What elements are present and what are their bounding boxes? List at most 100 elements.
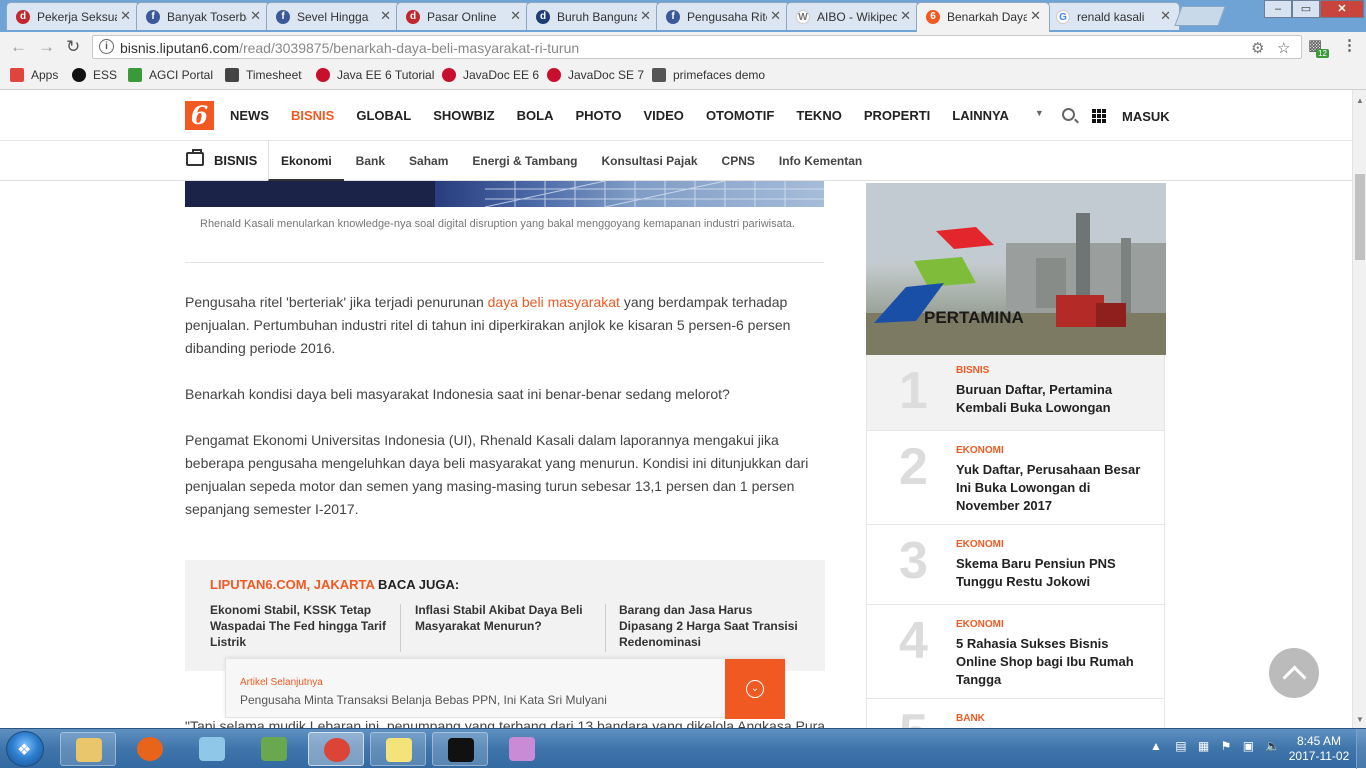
close-tab-icon[interactable]: ✕ xyxy=(1160,8,1171,24)
bookmark-item[interactable]: JavaDoc EE 6 xyxy=(442,68,539,82)
close-tab-icon[interactable]: ✕ xyxy=(380,8,391,24)
network-icon[interactable]: ▤ xyxy=(1175,739,1186,753)
browser-tab[interactable]: f Sevel Hingga ✕ xyxy=(266,2,400,30)
next-article-title[interactable]: Pengusaha Minta Transaksi Belanja Bebas … xyxy=(240,693,607,707)
subnav-item[interactable]: Energi & Tambang xyxy=(460,141,589,181)
device-icon[interactable]: ▦ xyxy=(1198,739,1209,753)
scroll-up-arrow-icon[interactable]: ▲ xyxy=(1356,96,1364,105)
nav-item-lainnya[interactable]: LAINNYA xyxy=(952,108,1009,123)
nav-item-photo[interactable]: PHOTO xyxy=(575,108,621,123)
subnav-item[interactable]: Konsultasi Pajak xyxy=(590,141,710,181)
search-icon[interactable] xyxy=(1062,108,1075,121)
taskbar-app-firefox[interactable] xyxy=(122,732,178,766)
subnav-item[interactable]: Bank xyxy=(344,141,397,181)
subnav-item[interactable]: Ekonomi xyxy=(268,141,344,181)
daya-beli-link[interactable]: daya beli masyarakat xyxy=(488,294,620,310)
next-article-button[interactable]: ⌄ xyxy=(725,659,785,719)
popular-title[interactable]: Yuk Daftar, Perusahaan Besar Ini Buka Lo… xyxy=(956,461,1146,515)
forward-arrow-icon[interactable]: → xyxy=(38,37,55,57)
nav-item-news[interactable]: NEWS xyxy=(230,108,269,123)
section-title[interactable]: BISNIS xyxy=(214,153,257,168)
show-desktop-button[interactable] xyxy=(1356,729,1366,769)
close-tab-icon[interactable]: ✕ xyxy=(900,8,911,24)
popular-item[interactable]: 1 BISNIS Buruan Daftar, Pertamina Kembali … xyxy=(866,355,1165,431)
back-to-top-button[interactable] xyxy=(1269,648,1319,698)
popular-item[interactable]: 2 EKONOMI Yuk Daftar, Perusahaan Besar Ini… xyxy=(866,431,1165,525)
taskbar-app-notepad[interactable] xyxy=(184,732,240,766)
clock[interactable]: 8:45 AM 2017-11-02 xyxy=(1284,734,1354,764)
nav-item-tekno[interactable]: TEKNO xyxy=(796,108,842,123)
next-article-bar[interactable]: Artikel Selanjutnya Pengusaha Minta Tran… xyxy=(225,658,785,719)
popular-title[interactable]: Skema Baru Pensiun PNS Tunggu Restu Joko… xyxy=(956,555,1146,591)
popular-item[interactable]: 4 EKONOMI 5 Rahasia Sukses Bisnis Online S… xyxy=(866,605,1165,699)
liputan6-logo[interactable]: 6 xyxy=(185,101,214,130)
popular-category[interactable]: EKONOMI xyxy=(956,619,1004,630)
browser-tab[interactable]: f Banyak Toserba ✕ xyxy=(136,2,270,30)
close-tab-icon[interactable]: ✕ xyxy=(120,8,131,24)
related-article-link[interactable]: Ekonomi Stabil, KSSK Tetap Waspadai The … xyxy=(210,602,390,650)
browser-tab[interactable]: W AIBO - Wikipedia✕ xyxy=(786,2,920,30)
volume-icon[interactable]: 🔈 xyxy=(1265,739,1280,753)
close-tab-icon[interactable]: ✕ xyxy=(510,8,521,24)
apps-grid-icon[interactable] xyxy=(1092,109,1106,123)
bookmark-item[interactable]: Timesheet xyxy=(225,68,302,82)
bookmark-item[interactable]: Java EE 6 Tutorial xyxy=(316,68,434,82)
taskbar-app-chrome[interactable] xyxy=(308,732,364,766)
taskbar-app-timesheet[interactable] xyxy=(246,732,302,766)
subnav-item[interactable]: Info Kementan xyxy=(767,141,874,181)
chrome-menu-icon[interactable]: ⋮ xyxy=(1342,36,1357,54)
close-tab-icon[interactable]: ✕ xyxy=(1030,8,1041,24)
new-tab-button[interactable] xyxy=(1174,6,1226,26)
close-tab-icon[interactable]: ✕ xyxy=(640,8,651,24)
site-info-icon[interactable]: i xyxy=(99,39,114,54)
popular-category[interactable]: BISNIS xyxy=(956,365,989,376)
pertamina-ad-image[interactable]: PERTAMINA xyxy=(866,183,1166,355)
browser-tab[interactable]: d Pasar Online ✕ xyxy=(396,2,530,30)
monitor-icon[interactable]: ▣ xyxy=(1243,739,1254,753)
nav-item-video[interactable]: VIDEO xyxy=(643,108,683,123)
browser-tab[interactable]: d Pekerja Seksual ✕ xyxy=(6,2,140,30)
browser-tab[interactable]: Grenald kasali ✕ xyxy=(1046,2,1180,30)
popular-item[interactable]: 3 EKONOMI Skema Baru Pensiun PNS Tunggu Re… xyxy=(866,525,1165,605)
close-tab-icon[interactable]: ✕ xyxy=(250,8,261,24)
back-arrow-icon[interactable]: ← xyxy=(10,37,27,57)
bookmark-star-icon[interactable]: ☆ xyxy=(1277,39,1290,57)
address-bar[interactable]: i bisnis.liputan6.com/read/3039875/benar… xyxy=(92,35,1302,59)
maximize-button[interactable]: ▭ xyxy=(1292,0,1320,18)
popular-item[interactable]: 5BANK xyxy=(866,699,1165,762)
minimize-button[interactable]: – xyxy=(1264,0,1292,18)
bookmark-item[interactable]: primefaces demo xyxy=(652,68,765,82)
taskbar-app-cmd[interactable] xyxy=(432,732,488,766)
tray-expand-icon[interactable]: ▲ xyxy=(1150,739,1162,753)
close-window-button[interactable]: ✕ xyxy=(1320,0,1364,18)
nav-item-showbiz[interactable]: SHOWBIZ xyxy=(433,108,494,123)
page-scrollbar[interactable]: ▲ ▼ xyxy=(1352,90,1366,728)
nav-item-global[interactable]: GLOBAL xyxy=(356,108,411,123)
close-tab-icon[interactable]: ✕ xyxy=(770,8,781,24)
scrollbar-thumb[interactable] xyxy=(1355,174,1365,260)
start-button[interactable]: ❖ xyxy=(6,731,44,767)
nav-item-otomotif[interactable]: OTOMOTIF xyxy=(706,108,774,123)
login-button[interactable]: MASUK xyxy=(1122,109,1170,124)
popular-category[interactable]: BANK xyxy=(956,713,985,724)
taskbar-app-explorer[interactable] xyxy=(60,732,116,766)
browser-tab[interactable]: d Buruh Bangunan✕ xyxy=(526,2,660,30)
related-article-link[interactable]: Barang dan Jasa Harus Dipasang 2 Harga S… xyxy=(619,602,799,650)
scroll-down-arrow-icon[interactable]: ▼ xyxy=(1356,715,1364,724)
subnav-item[interactable]: Saham xyxy=(397,141,460,181)
bookmark-item[interactable]: Apps xyxy=(10,68,58,82)
bookmark-item[interactable]: ESS xyxy=(72,68,117,82)
popular-category[interactable]: EKONOMI xyxy=(956,539,1004,550)
nav-item-bola[interactable]: BOLA xyxy=(517,108,554,123)
taskbar-app-sticky-notes[interactable] xyxy=(370,732,426,766)
browser-tab[interactable]: f Pengusaha Ritel ✕ xyxy=(656,2,790,30)
related-article-link[interactable]: Inflasi Stabil Akibat Daya Beli Masyarak… xyxy=(415,602,595,634)
bookmark-item[interactable]: JavaDoc SE 7 xyxy=(547,68,644,82)
browser-tab[interactable]: 6 Benarkah Daya ✕ xyxy=(916,2,1050,32)
nav-item-properti[interactable]: PROPERTI xyxy=(864,108,930,123)
popular-category[interactable]: EKONOMI xyxy=(956,445,1004,456)
nav-item-bisnis[interactable]: BISNIS xyxy=(291,108,334,123)
popular-title[interactable]: 5 Rahasia Sukses Bisnis Online Shop bagi… xyxy=(956,635,1146,689)
reload-icon[interactable]: ↻ xyxy=(66,37,80,57)
flag-icon[interactable]: ⚑ xyxy=(1221,739,1232,753)
